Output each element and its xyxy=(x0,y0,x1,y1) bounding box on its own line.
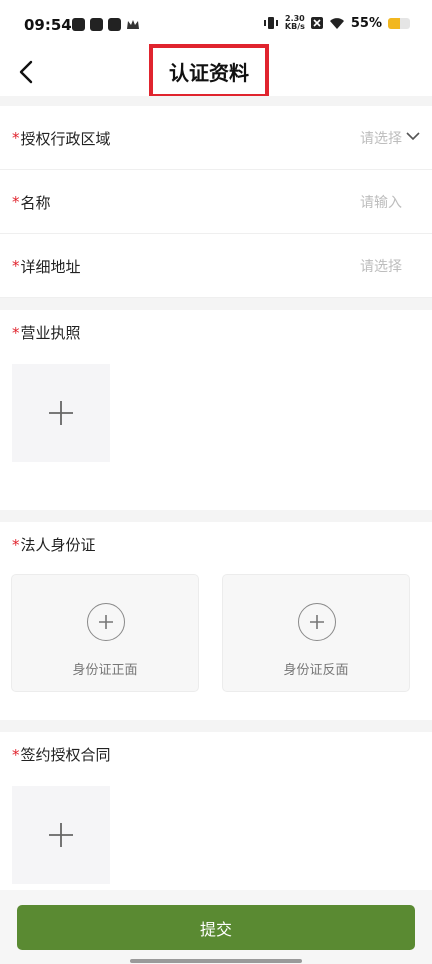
page-title: 认证资料 xyxy=(149,44,269,98)
plus-icon xyxy=(49,401,73,425)
legal-id-label-text: 法人身份证 xyxy=(20,536,96,554)
required-mark: * xyxy=(12,324,20,342)
id-back-label: 身份证反面 xyxy=(283,663,349,678)
contract-label-text: 签约授权合同 xyxy=(20,746,111,764)
required-mark: * xyxy=(12,257,20,275)
legal-id-section: *法人身份证 身份证正面 身份证反面 xyxy=(0,522,432,720)
required-mark: * xyxy=(12,129,20,147)
required-mark: * xyxy=(12,193,20,211)
status-bar: 09:54 2.30 KB/s 55% xyxy=(0,0,432,50)
contract-section: *签约授权合同 xyxy=(0,732,432,890)
contract-upload[interactable] xyxy=(12,786,110,884)
network-speed-unit: KB/s xyxy=(284,22,305,31)
plus-icon xyxy=(310,615,324,629)
status-time: 09:54 xyxy=(24,16,72,34)
plus-circle-icon xyxy=(87,603,125,641)
region-label-text: 授权行政区域 xyxy=(20,129,111,148)
network-speed: 2.30 KB/s xyxy=(285,15,305,31)
address-label-text: 详细地址 xyxy=(20,257,81,276)
name-label: * 名称 xyxy=(12,170,51,234)
submit-button[interactable]: 提交 xyxy=(17,905,415,950)
wifi-icon xyxy=(329,17,344,29)
business-license-label-text: 营业执照 xyxy=(20,324,81,342)
legal-id-label: *法人身份证 xyxy=(12,534,96,555)
name-field[interactable]: * 名称 请输入 xyxy=(0,170,432,234)
required-mark: * xyxy=(12,746,20,764)
region-label: * 授权行政区域 xyxy=(12,106,111,170)
plus-icon xyxy=(49,823,73,847)
name-label-text: 名称 xyxy=(20,193,51,212)
business-license-section: *营业执照 xyxy=(0,310,432,510)
mail-app-icon xyxy=(108,18,121,31)
battery-fill xyxy=(388,17,401,29)
section-divider xyxy=(0,510,432,522)
submit-button-label: 提交 xyxy=(199,919,232,939)
battery-percent: 55% xyxy=(350,15,382,31)
name-placeholder: 请输入 xyxy=(360,195,402,211)
id-front-label: 身份证正面 xyxy=(72,663,138,678)
nav-bar: 认证资料 xyxy=(0,44,432,98)
system-indicators: 2.30 KB/s 55% xyxy=(263,15,410,31)
home-indicator[interactable] xyxy=(130,959,302,963)
back-button[interactable] xyxy=(8,54,44,90)
chevron-down-icon xyxy=(406,132,420,141)
page-title-text: 认证资料 xyxy=(169,60,249,85)
address-placeholder: 请选择 xyxy=(360,259,402,275)
business-license-upload[interactable] xyxy=(12,364,110,462)
contract-label: *签约授权合同 xyxy=(12,744,111,765)
chevron-left-icon xyxy=(19,60,33,84)
notification-icons xyxy=(72,18,140,31)
region-select[interactable]: * 授权行政区域 请选择 xyxy=(0,106,432,170)
sync-app-icon xyxy=(90,18,103,31)
required-mark: * xyxy=(12,536,20,554)
tiktok-icon xyxy=(72,18,85,31)
no-sim-icon xyxy=(310,17,323,29)
section-divider xyxy=(0,720,432,732)
crown-icon xyxy=(127,20,139,29)
region-placeholder: 请选择 xyxy=(360,131,402,147)
battery-icon xyxy=(388,17,410,29)
business-license-label: *营业执照 xyxy=(12,322,81,343)
address-label: * 详细地址 xyxy=(12,234,81,298)
id-back-upload[interactable]: 身份证反面 xyxy=(222,574,410,692)
vibrate-icon xyxy=(263,17,278,29)
plus-icon xyxy=(99,615,113,629)
plus-circle-icon xyxy=(298,603,336,641)
section-divider xyxy=(0,96,432,106)
footer: 提交 xyxy=(0,890,432,964)
id-front-upload[interactable]: 身份证正面 xyxy=(11,574,199,692)
section-divider xyxy=(0,298,432,310)
address-field[interactable]: * 详细地址 请选择 xyxy=(0,234,432,298)
